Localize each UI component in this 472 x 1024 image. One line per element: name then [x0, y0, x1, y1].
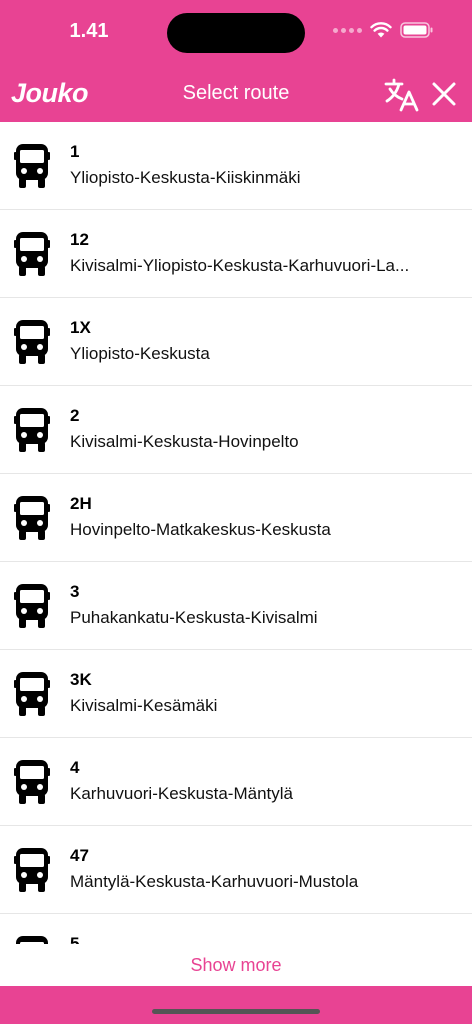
battery-icon	[400, 22, 433, 38]
route-name: Mäntylä-Keskusta-Karhuvuori-Mustola	[70, 872, 359, 891]
route-name: Kivisalmi-Yliopisto-Keskusta-Karhuvuori-…	[70, 256, 410, 275]
status-indicators	[333, 22, 434, 38]
app-header: Jouko Select route	[0, 66, 472, 122]
route-item[interactable]: 5	[0, 914, 472, 944]
route-item[interactable]: 2 Kivisalmi-Keskusta-Hovinpelto	[0, 386, 472, 474]
bus-icon	[14, 144, 50, 188]
route-name: Puhakankatu-Keskusta-Kivisalmi	[70, 608, 318, 627]
route-number: 12	[70, 230, 89, 249]
route-name: Yliopisto-Keskusta	[70, 344, 210, 363]
route-item[interactable]: 1X Yliopisto-Keskusta	[0, 298, 472, 386]
route-item[interactable]: 47 Mäntylä-Keskusta-Karhuvuori-Mustola	[0, 826, 472, 914]
status-bar: 1.41	[0, 0, 472, 66]
route-number: 5	[70, 934, 80, 944]
route-item[interactable]: 2H Hovinpelto-Matkakeskus-Keskusta	[0, 474, 472, 562]
route-name: Kivisalmi-Keskusta-Hovinpelto	[70, 432, 299, 451]
route-number: 1	[70, 142, 80, 161]
cellular-signal-icon	[333, 27, 362, 33]
route-number: 47	[70, 846, 89, 865]
show-more-button[interactable]: Show more	[0, 955, 472, 976]
route-item[interactable]: 3K Kivisalmi-Kesämäki	[0, 650, 472, 738]
route-number: 3K	[70, 670, 92, 689]
bus-icon	[14, 320, 50, 364]
bus-icon	[14, 672, 50, 716]
bus-icon	[14, 584, 50, 628]
bus-icon	[14, 760, 50, 804]
dynamic-island	[167, 13, 305, 53]
bus-icon	[14, 408, 50, 452]
route-item[interactable]: 3 Puhakankatu-Keskusta-Kivisalmi	[0, 562, 472, 650]
show-more-bar: Show more	[0, 944, 472, 986]
route-number: 2H	[70, 494, 92, 513]
route-item[interactable]: 12 Kivisalmi-Yliopisto-Keskusta-Karhuvuo…	[0, 210, 472, 298]
wifi-icon	[370, 22, 392, 38]
bus-icon	[14, 848, 50, 892]
route-number: 1X	[70, 318, 91, 337]
route-number: 3	[70, 582, 80, 601]
status-time: 1.41	[69, 20, 109, 42]
route-item[interactable]: 4 Karhuvuori-Keskusta-Mäntylä	[0, 738, 472, 826]
bus-icon	[14, 936, 50, 944]
bottom-bar	[0, 986, 472, 1024]
route-list: 1 Yliopisto-Keskusta-Kiiskinmäki 12 Kivi…	[0, 122, 472, 944]
route-name: Karhuvuori-Keskusta-Mäntylä	[70, 784, 293, 803]
close-icon[interactable]	[430, 80, 458, 108]
route-number: 2	[70, 406, 80, 425]
route-name: Hovinpelto-Matkakeskus-Keskusta	[70, 520, 331, 539]
bus-icon	[14, 232, 50, 276]
route-select-screen: 1.41 Jouko Select route 1 Yliopisto-Kesk…	[0, 0, 472, 1024]
route-item[interactable]: 1 Yliopisto-Keskusta-Kiiskinmäki	[0, 122, 472, 210]
translate-icon[interactable]	[384, 78, 420, 112]
route-number: 4	[70, 758, 80, 777]
route-name: Yliopisto-Keskusta-Kiiskinmäki	[70, 168, 301, 187]
bus-icon	[14, 496, 50, 540]
route-name: Kivisalmi-Kesämäki	[70, 696, 218, 715]
home-indicator[interactable]	[152, 1009, 320, 1014]
